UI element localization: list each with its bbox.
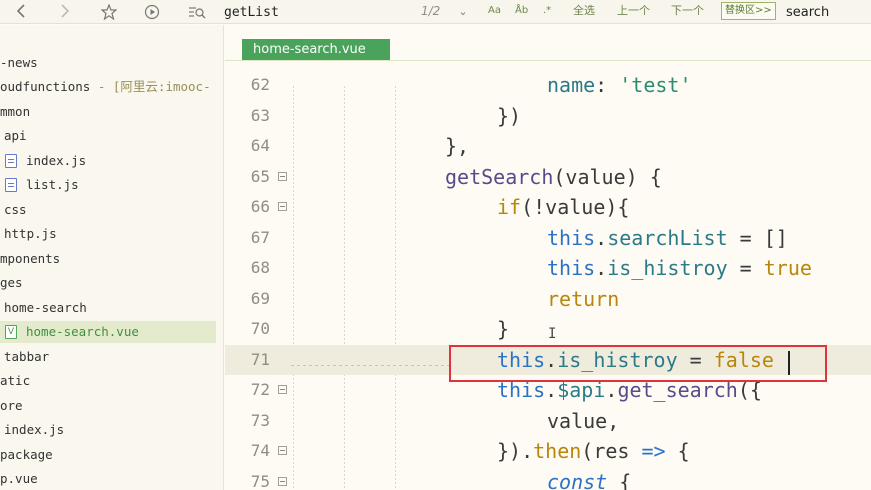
code-line[interactable]: 69 return xyxy=(225,284,871,315)
replace-input[interactable] xyxy=(786,2,870,22)
text-caret xyxy=(788,351,790,375)
find-input[interactable] xyxy=(224,2,404,22)
next-match-button[interactable]: 下一个 xyxy=(671,0,704,24)
regex-toggle[interactable]: Åb xyxy=(515,0,528,24)
back-arrow-icon[interactable] xyxy=(10,0,32,24)
project-file-tree: -news oudfunctions - [阿里云:imooc- mmon ap… xyxy=(0,25,224,490)
current-line-marker xyxy=(291,365,451,366)
code-line[interactable]: 65 getSearch(value) { xyxy=(225,162,871,193)
replace-toggle-button[interactable]: 替换区>> xyxy=(721,2,776,20)
whole-word-toggle[interactable]: .* xyxy=(543,0,551,24)
mouse-ibeam-cursor: I xyxy=(548,326,557,342)
code-line[interactable]: 67 this.searchList = [] xyxy=(225,223,871,254)
vue-file-icon: V xyxy=(5,325,17,339)
cloud-provider-label: - [阿里云:imooc- xyxy=(90,79,211,94)
fold-toggle-icon[interactable] xyxy=(278,171,287,181)
find-box xyxy=(186,2,416,22)
find-icon xyxy=(186,0,208,24)
code-line[interactable]: 63 }) xyxy=(225,101,871,132)
highlight-annotation-box xyxy=(449,345,827,382)
forward-arrow-icon[interactable] xyxy=(54,0,76,24)
code-line[interactable]: 75 const { xyxy=(225,467,871,490)
fold-toggle-icon[interactable] xyxy=(278,476,287,486)
star-icon[interactable] xyxy=(98,0,120,24)
code-line[interactable]: 66 if(!value){ xyxy=(225,192,871,223)
code-line[interactable]: 64 }, xyxy=(225,131,871,162)
code-editor[interactable]: home-search.vue 62 name: 'test' 63 }) 64… xyxy=(225,25,871,490)
match-case-toggle[interactable]: Aa xyxy=(488,0,501,24)
select-all-button[interactable]: 全选 xyxy=(573,0,595,24)
tab-home-search-vue[interactable]: home-search.vue xyxy=(242,39,390,60)
tab-divider xyxy=(225,60,871,61)
run-icon[interactable] xyxy=(141,0,163,24)
code-line[interactable]: 68 this.is_histroy = true xyxy=(225,253,871,284)
code-line[interactable]: 74 }).then(res => { xyxy=(225,436,871,467)
previous-match-button[interactable]: 上一个 xyxy=(617,0,650,24)
find-match-count: 1/2 xyxy=(421,4,441,18)
js-file-icon xyxy=(5,154,17,168)
fold-toggle-icon[interactable] xyxy=(278,385,287,394)
code-line[interactable]: 73 value, xyxy=(225,406,871,437)
fold-toggle-icon[interactable] xyxy=(278,202,287,211)
toolbar: 1/2 ⌄ Aa Åb .* 全选 上一个 下一个 替换区>> xyxy=(0,0,871,24)
chevron-down-icon[interactable]: ⌄ xyxy=(452,0,474,24)
code-line[interactable]: 62 name: 'test' xyxy=(225,70,871,101)
tree-item-selected[interactable]: V home-search.vue xyxy=(0,321,216,343)
js-file-icon xyxy=(5,178,17,192)
fold-toggle-icon[interactable] xyxy=(278,446,287,455)
